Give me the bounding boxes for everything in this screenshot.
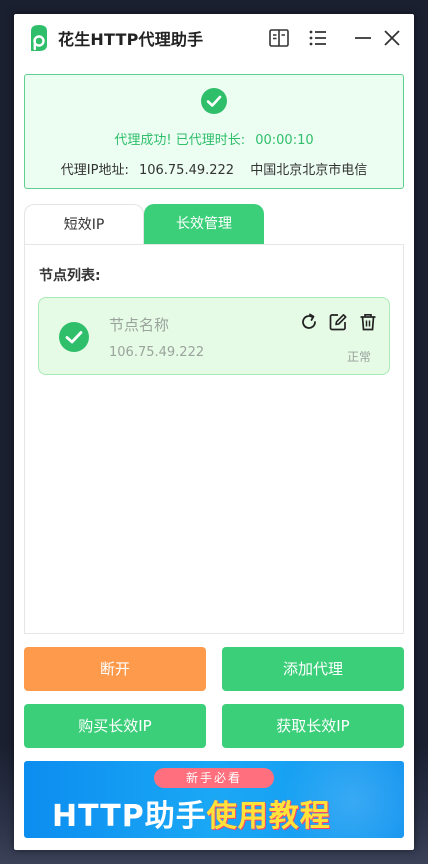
refresh-icon[interactable] (299, 312, 319, 332)
app-window: 花生HTTP代理助手 代理成功! 已代理时长: 00:00:10 代理IP地址:… (14, 14, 414, 850)
proxy-ip: 106.75.49.222 (138, 163, 235, 178)
book-icon[interactable] (268, 27, 290, 49)
proxy-ip-info: 代理IP地址: 106.75.49.222 中国北京北京市电信 (25, 159, 403, 178)
add-proxy-button[interactable]: 添加代理 (222, 647, 404, 691)
node-ip: 106.75.49.222 (109, 345, 205, 360)
node-item[interactable]: 节点名称 106.75.49.222 正常 (38, 297, 390, 375)
status-text: 代理成功! 已代理时长: (114, 133, 246, 148)
logo-icon (31, 25, 47, 51)
ip-location: 中国北京北京市电信 (250, 163, 368, 178)
menu-icon[interactable] (307, 27, 329, 49)
disconnect-button[interactable]: 断开 (24, 647, 206, 691)
node-status: 正常 (346, 350, 371, 364)
app-title: 花生HTTP代理助手 (58, 30, 204, 49)
edit-icon[interactable] (328, 312, 348, 332)
node-list-title: 节点列表: (39, 268, 101, 284)
get-long-ip-button[interactable]: 获取长效IP (222, 704, 404, 748)
title-bar[interactable]: 花生HTTP代理助手 (14, 14, 414, 62)
proxy-duration: 00:00:10 (255, 133, 314, 148)
status-message: 代理成功! 已代理时长: 00:00:10 (25, 129, 403, 148)
ip-label: 代理IP地址: (60, 163, 129, 178)
tutorial-banner[interactable]: 新手必看 HTTP助手使用教程 (24, 761, 404, 838)
close-icon[interactable] (381, 27, 403, 49)
tab-short-ip[interactable]: 短效IP (24, 204, 144, 244)
banner-main-text: HTTP助手 (52, 799, 207, 834)
tab-long-management[interactable]: 长效管理 (144, 204, 264, 244)
check-circle-icon (201, 88, 227, 114)
node-name: 节点名称 (109, 316, 170, 334)
node-list-panel: 节点列表: 节点名称 106.75.49.222 正常 (24, 244, 404, 634)
trash-icon[interactable] (358, 312, 378, 332)
buy-long-ip-button[interactable]: 购买长效IP (24, 704, 206, 748)
minimize-icon[interactable] (352, 27, 374, 49)
check-circle-icon (59, 322, 89, 352)
connection-status-box: 代理成功! 已代理时长: 00:00:10 代理IP地址: 106.75.49.… (24, 74, 404, 189)
banner-tag: 新手必看 (154, 768, 274, 788)
banner-highlight-text: 使用教程 (206, 799, 331, 834)
banner-headline: HTTP助手使用教程 (52, 791, 331, 835)
